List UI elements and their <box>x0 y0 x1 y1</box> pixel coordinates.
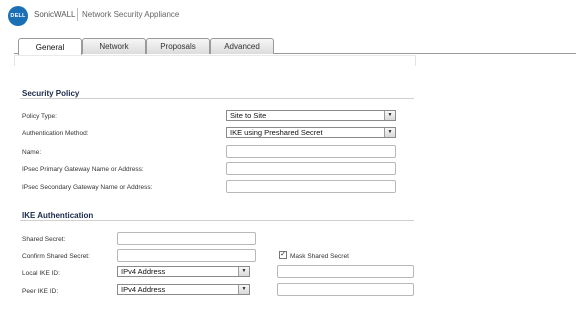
peer-ike-id-input[interactable] <box>277 283 414 296</box>
chevron-down-icon: ▼ <box>384 111 395 120</box>
local-ike-id-type-select[interactable]: IPv4 Address ▼ <box>117 266 250 277</box>
tab-general[interactable]: General <box>18 38 82 55</box>
section-divider <box>20 220 414 221</box>
check-icon: ✓ <box>280 251 286 258</box>
chevron-down-icon: ▼ <box>238 285 249 294</box>
local-ike-id-type-value: IPv4 Address <box>121 267 166 276</box>
local-ike-id-input[interactable] <box>277 265 414 278</box>
primary-gateway-label: IPsec Primary Gateway Name or Address: <box>22 166 144 173</box>
secondary-gateway-input[interactable] <box>226 180 396 193</box>
policy-type-label: Policy Type: <box>22 113 57 120</box>
product-name: Network Security Appliance <box>82 10 180 19</box>
brand-name: SonicWALL <box>34 10 76 19</box>
confirm-secret-label: Confirm Shared Secret: <box>22 253 90 260</box>
chevron-down-icon: ▼ <box>238 267 249 276</box>
policy-type-value: Site to Site <box>230 111 267 120</box>
mask-secret-label: Mask Shared Secret <box>290 253 349 260</box>
dell-logo: DELL <box>8 6 28 26</box>
name-input[interactable] <box>226 145 396 158</box>
auth-method-value: IKE using Preshared Secret <box>230 128 323 137</box>
primary-gateway-input[interactable] <box>226 162 396 175</box>
peer-ike-id-type-value: IPv4 Address <box>121 285 166 294</box>
shared-secret-input[interactable] <box>117 232 256 245</box>
header-divider <box>77 8 78 21</box>
auth-method-select[interactable]: IKE using Preshared Secret ▼ <box>226 127 396 138</box>
tab-advanced[interactable]: Advanced <box>210 38 274 54</box>
policy-type-select[interactable]: Site to Site ▼ <box>226 110 396 121</box>
mask-secret-checkbox[interactable]: ✓ <box>279 251 287 259</box>
local-ike-id-label: Local IKE ID: <box>22 270 60 277</box>
secondary-gateway-label: IPsec Secondary Gateway Name or Address: <box>22 184 153 191</box>
section-divider <box>20 98 414 99</box>
section-title-security-policy: Security Policy <box>22 89 80 98</box>
section-title-ike-authentication: IKE Authentication <box>22 211 94 220</box>
tab-panel-top <box>14 55 416 66</box>
peer-ike-id-label: Peer IKE ID: <box>22 288 59 295</box>
shared-secret-label: Shared Secret: <box>22 236 66 243</box>
auth-method-label: Authentication Method: <box>22 130 89 137</box>
tab-network[interactable]: Network <box>82 38 146 54</box>
name-label: Name: <box>22 149 42 156</box>
confirm-secret-input[interactable] <box>117 249 256 262</box>
tab-proposals[interactable]: Proposals <box>146 38 210 54</box>
app-header: DELL SonicWALL Network Security Applianc… <box>0 0 576 30</box>
peer-ike-id-type-select[interactable]: IPv4 Address ▼ <box>117 284 250 295</box>
chevron-down-icon: ▼ <box>384 128 395 137</box>
